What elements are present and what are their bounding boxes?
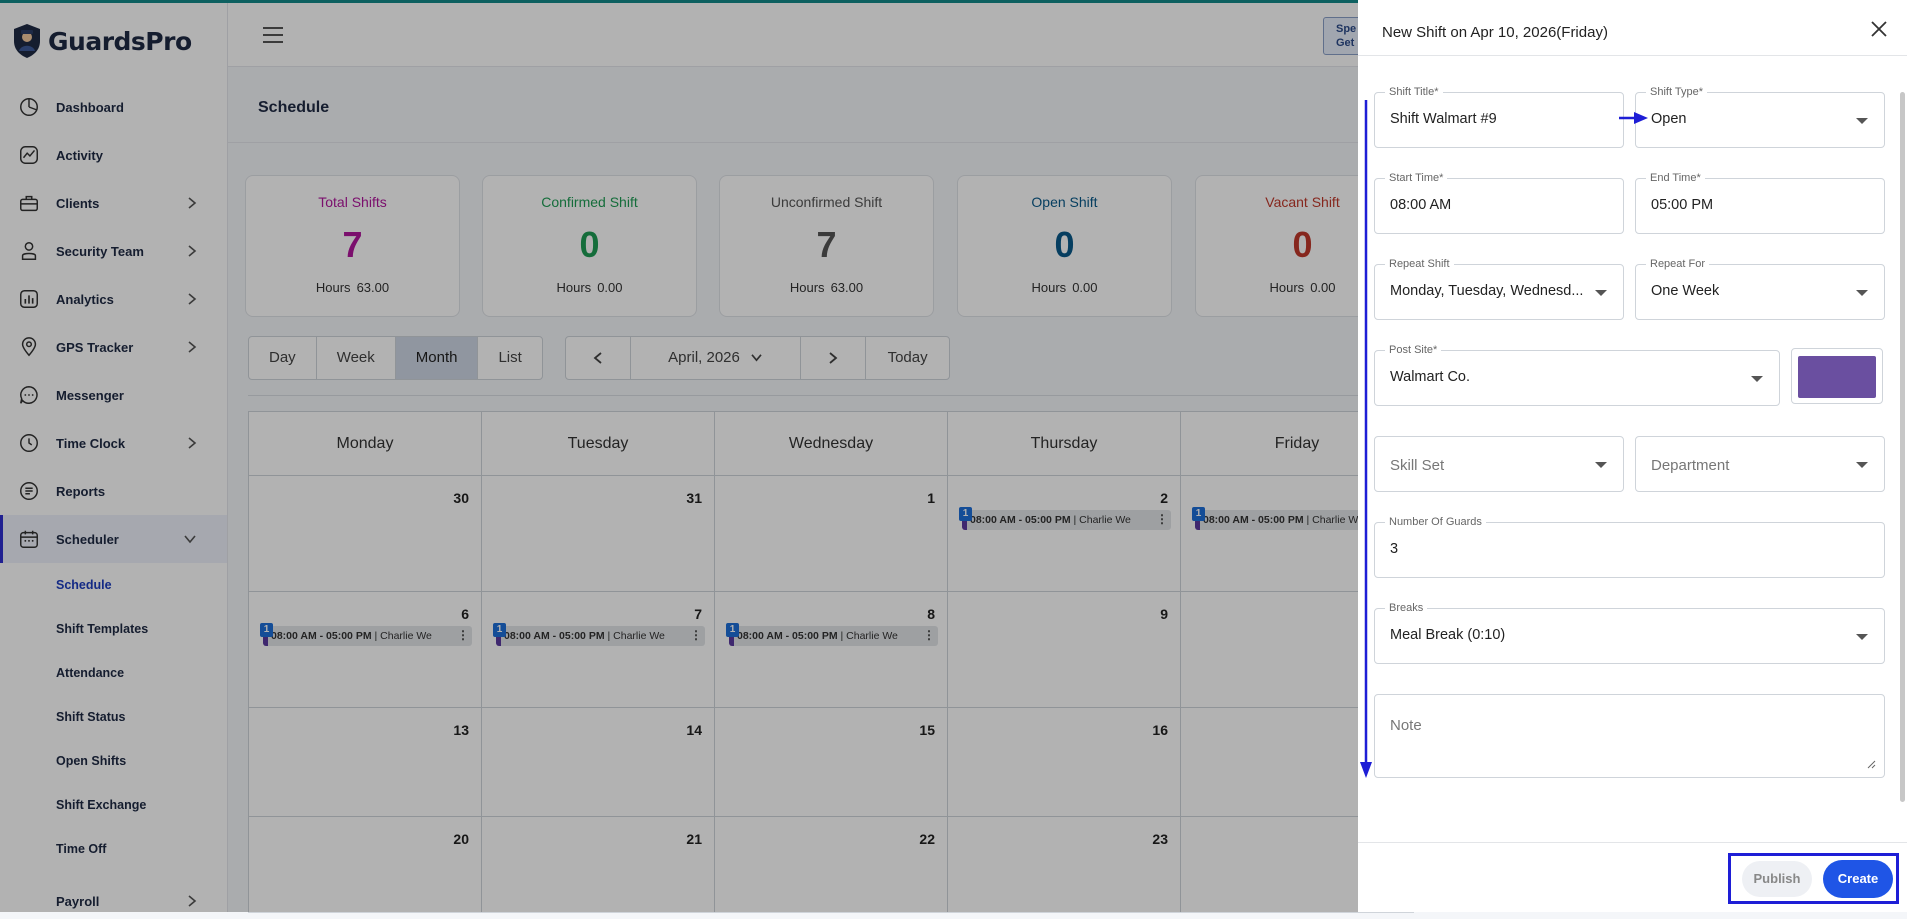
field-value: One Week <box>1651 283 1720 299</box>
field-label: Repeat For <box>1646 258 1710 270</box>
site-color-swatch <box>1798 356 1876 398</box>
create-button[interactable]: Create <box>1823 860 1893 898</box>
field-value: 3 <box>1390 541 1399 557</box>
field-label: Number Of Guards <box>1385 516 1486 528</box>
field-value: Shift Walmart #9 <box>1390 111 1497 127</box>
repeat-shift-select[interactable]: Repeat Shift Monday, Tuesday, Wednesd... <box>1374 258 1624 320</box>
field-value: 08:00 AM <box>1390 197 1452 213</box>
field-label: End Time* <box>1646 172 1705 184</box>
drawer-title: New Shift on Apr 10, 2026(Friday) <box>1382 24 1608 41</box>
start-time-field[interactable]: Start Time* 08:00 AM <box>1374 172 1624 234</box>
field-placeholder: Skill Set <box>1390 457 1445 474</box>
site-color-picker[interactable] <box>1791 348 1883 404</box>
field-value: Open <box>1651 111 1687 127</box>
shift-type-select[interactable]: Shift Type* Open <box>1635 86 1885 148</box>
field-placeholder: Note <box>1390 717 1422 734</box>
skill-set-select[interactable]: Skill Set <box>1374 436 1624 492</box>
close-icon[interactable] <box>1869 19 1889 39</box>
field-value: Monday, Tuesday, Wednesd... <box>1390 283 1584 299</box>
department-select[interactable]: Department <box>1635 436 1885 492</box>
drawer-divider <box>1358 55 1907 56</box>
dropdown-caret-icon <box>1856 118 1868 124</box>
field-value: Walmart Co. <box>1390 369 1471 385</box>
repeat-for-select[interactable]: Repeat For One Week <box>1635 258 1885 320</box>
end-time-field[interactable]: End Time* 05:00 PM <box>1635 172 1885 234</box>
drawer-footer-divider <box>1358 842 1907 843</box>
note-textarea[interactable]: Note <box>1374 694 1885 778</box>
dropdown-caret-icon <box>1856 290 1868 296</box>
field-label: Start Time* <box>1385 172 1448 184</box>
post-site-select[interactable]: Post Site* Walmart Co. <box>1374 344 1780 406</box>
field-label: Shift Title* <box>1385 86 1443 98</box>
dropdown-caret-icon <box>1856 462 1868 468</box>
field-label: Post Site* <box>1385 344 1442 356</box>
resize-handle-icon[interactable] <box>1866 759 1876 769</box>
field-label: Shift Type* <box>1646 86 1707 98</box>
dropdown-caret-icon <box>1595 290 1607 296</box>
drawer-scrollbar[interactable] <box>1900 92 1905 802</box>
modal-backdrop[interactable] <box>0 0 1358 912</box>
field-label: Breaks <box>1385 602 1428 614</box>
dropdown-caret-icon <box>1595 462 1607 468</box>
dropdown-caret-icon <box>1751 376 1763 382</box>
number-of-guards-field[interactable]: Number Of Guards 3 <box>1374 516 1885 578</box>
breaks-select[interactable]: Breaks Meal Break (0:10) <box>1374 602 1885 664</box>
field-value: 05:00 PM <box>1651 197 1714 213</box>
shift-title-field[interactable]: Shift Title* Shift Walmart #9 <box>1374 86 1624 148</box>
field-label: Repeat Shift <box>1385 258 1454 270</box>
field-value: Meal Break (0:10) <box>1390 627 1506 643</box>
dropdown-caret-icon <box>1856 634 1868 640</box>
field-placeholder: Department <box>1651 457 1730 474</box>
publish-button[interactable]: Publish <box>1742 861 1812 897</box>
